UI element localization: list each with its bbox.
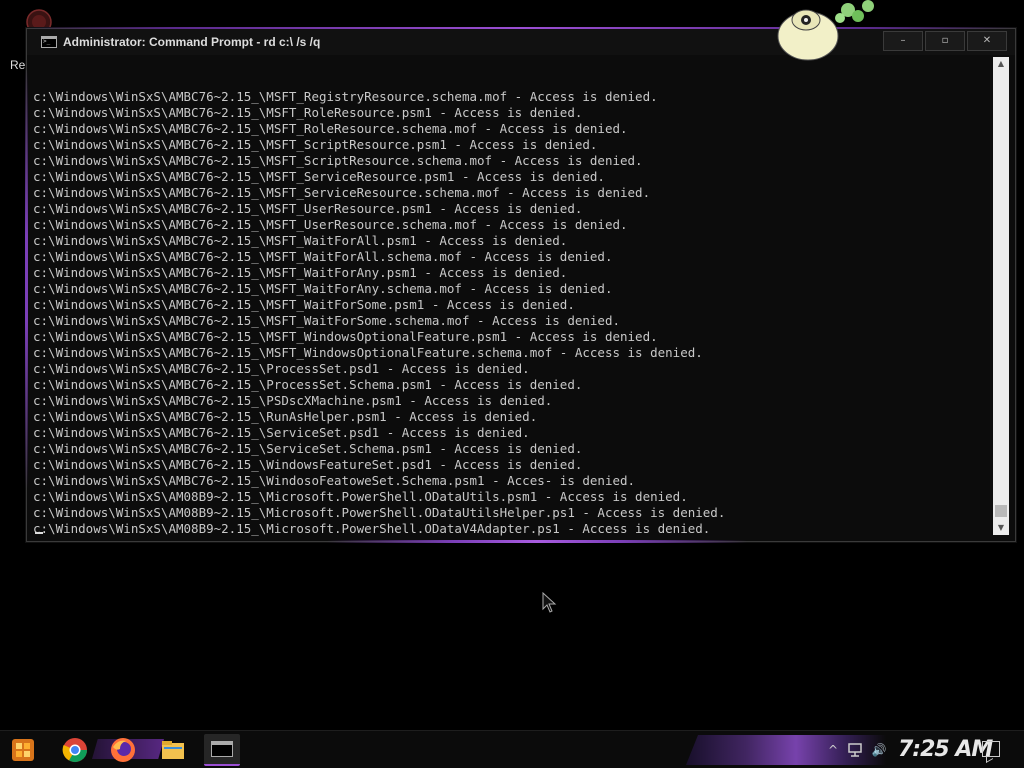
- console-line: c:\Windows\WinSxS\AMBC76~2.15_\MSFT_Wait…: [33, 249, 613, 264]
- console-line: c:\Windows\WinSxS\AMBC76~2.15_\MSFT_Wait…: [33, 313, 620, 328]
- window-controls: – ▫ ✕: [883, 31, 1007, 51]
- console-line: c:\Windows\WinSxS\AMBC76~2.15_\MSFT_Wind…: [33, 329, 658, 344]
- start-button-icon[interactable]: [10, 737, 36, 763]
- window-accent-side: [25, 69, 28, 489]
- console-line: c:\Windows\WinSxS\AMBC76~2.15_\MSFT_Wind…: [33, 345, 703, 360]
- scroll-up-arrow-icon[interactable]: ▲: [993, 57, 1009, 71]
- firefox-icon[interactable]: [110, 737, 136, 763]
- text-cursor: [35, 532, 43, 534]
- console-line: c:\Windows\WinSxS\AM34FE~1.15_\Comprehen…: [33, 537, 991, 539]
- console-line: c:\Windows\WinSxS\AMBC76~2.15_\MSFT_Role…: [33, 105, 583, 120]
- console-line: c:\Windows\WinSxS\AM08B9~2.15_\Microsoft…: [33, 521, 711, 536]
- scrollbar-thumb[interactable]: [995, 505, 1007, 517]
- scroll-down-arrow-icon[interactable]: ▼: [993, 521, 1009, 535]
- console-line: c:\Windows\WinSxS\AMBC76~2.15_\ProcessSe…: [33, 361, 530, 376]
- console-line: c:\Windows\WinSxS\AMBC76~2.15_\RunAsHelp…: [33, 409, 538, 424]
- console-output[interactable]: c:\Windows\WinSxS\AMBC76~2.15_\MSFT_Regi…: [33, 57, 991, 539]
- network-icon[interactable]: [846, 741, 864, 759]
- close-button[interactable]: ✕: [967, 31, 1007, 51]
- command-prompt-window[interactable]: Administrator: Command Prompt - rd c:\ /…: [25, 27, 1017, 543]
- console-line: c:\Windows\WinSxS\AMBC76~2.15_\WindosoFe…: [33, 473, 636, 488]
- console-line: c:\Windows\WinSxS\AMBC76~2.15_\MSFT_User…: [33, 217, 628, 232]
- console-line: c:\Windows\WinSxS\AMBC76~2.15_\MSFT_Regi…: [33, 89, 658, 104]
- console-line: c:\Windows\WinSxS\AMBC76~2.15_\MSFT_Wait…: [33, 233, 568, 248]
- console-line: c:\Windows\WinSxS\AMBC76~2.15_\MSFT_Scri…: [33, 137, 598, 152]
- console-line: c:\Windows\WinSxS\AMBC76~2.15_\MSFT_Serv…: [33, 185, 651, 200]
- console-line: c:\Windows\WinSxS\AMBC76~2.15_\MSFT_User…: [33, 201, 583, 216]
- console-line: c:\Windows\WinSxS\AMBC76~2.15_\PSDscXMac…: [33, 393, 553, 408]
- action-center-icon[interactable]: [982, 741, 1000, 757]
- desktop: Re Administrator: Command Prompt - rd c:…: [0, 0, 1024, 730]
- vertical-scrollbar[interactable]: ▲ ▼: [993, 57, 1009, 535]
- console-line: c:\Windows\WinSxS\AMBC76~2.15_\MSFT_Wait…: [33, 281, 613, 296]
- mouse-pointer-icon: [542, 592, 557, 613]
- console-line: c:\Windows\WinSxS\AMBC76~2.15_\ServiceSe…: [33, 425, 530, 440]
- desktop-icon-label: Re: [10, 58, 26, 72]
- console-line: c:\Windows\WinSxS\AMBC76~2.15_\MSFT_Scri…: [33, 153, 643, 168]
- console-line: c:\Windows\WinSxS\AM08B9~2.15_\Microsoft…: [33, 505, 726, 520]
- maximize-button[interactable]: ▫: [925, 31, 965, 51]
- console-line: c:\Windows\WinSxS\AMBC76~2.15_\MSFT_Role…: [33, 121, 628, 136]
- console-line: c:\Windows\WinSxS\AMBC76~2.15_\WindowsFe…: [33, 457, 583, 472]
- console-line: c:\Windows\WinSxS\AMBC76~2.15_\ServiceSe…: [33, 441, 583, 456]
- console-line: c:\Windows\WinSxS\AMBC76~2.15_\ProcessSe…: [33, 377, 583, 392]
- minimize-button[interactable]: –: [883, 31, 923, 51]
- window-title: Administrator: Command Prompt - rd c:\ /…: [63, 35, 321, 49]
- cmd-taskbar-icon: [211, 741, 233, 757]
- console-line: c:\Windows\WinSxS\AM08B9~2.15_\Microsoft…: [33, 489, 688, 504]
- cmd-window-icon: [41, 36, 57, 48]
- chrome-icon[interactable]: [62, 737, 88, 763]
- volume-icon[interactable]: 🔊: [870, 741, 888, 759]
- show-hidden-icons-chevron-icon[interactable]: ^: [824, 741, 842, 759]
- taskbar-clock[interactable]: 7:25 AM: [898, 735, 993, 765]
- taskbar: ^ 🔊 7:25 AM: [0, 730, 1024, 768]
- taskbar-cmd-button[interactable]: [204, 734, 240, 766]
- console-line: c:\Windows\WinSxS\AMBC76~2.15_\MSFT_Wait…: [33, 265, 568, 280]
- console-line: c:\Windows\WinSxS\AMBC76~2.15_\MSFT_Serv…: [33, 169, 605, 184]
- file-explorer-icon[interactable]: [160, 737, 186, 763]
- console-line: c:\Windows\WinSxS\AMBC76~2.15_\MSFT_Wait…: [33, 297, 575, 312]
- mascot-decoration-icon: [777, 0, 874, 61]
- window-accent-bottom: [327, 540, 747, 543]
